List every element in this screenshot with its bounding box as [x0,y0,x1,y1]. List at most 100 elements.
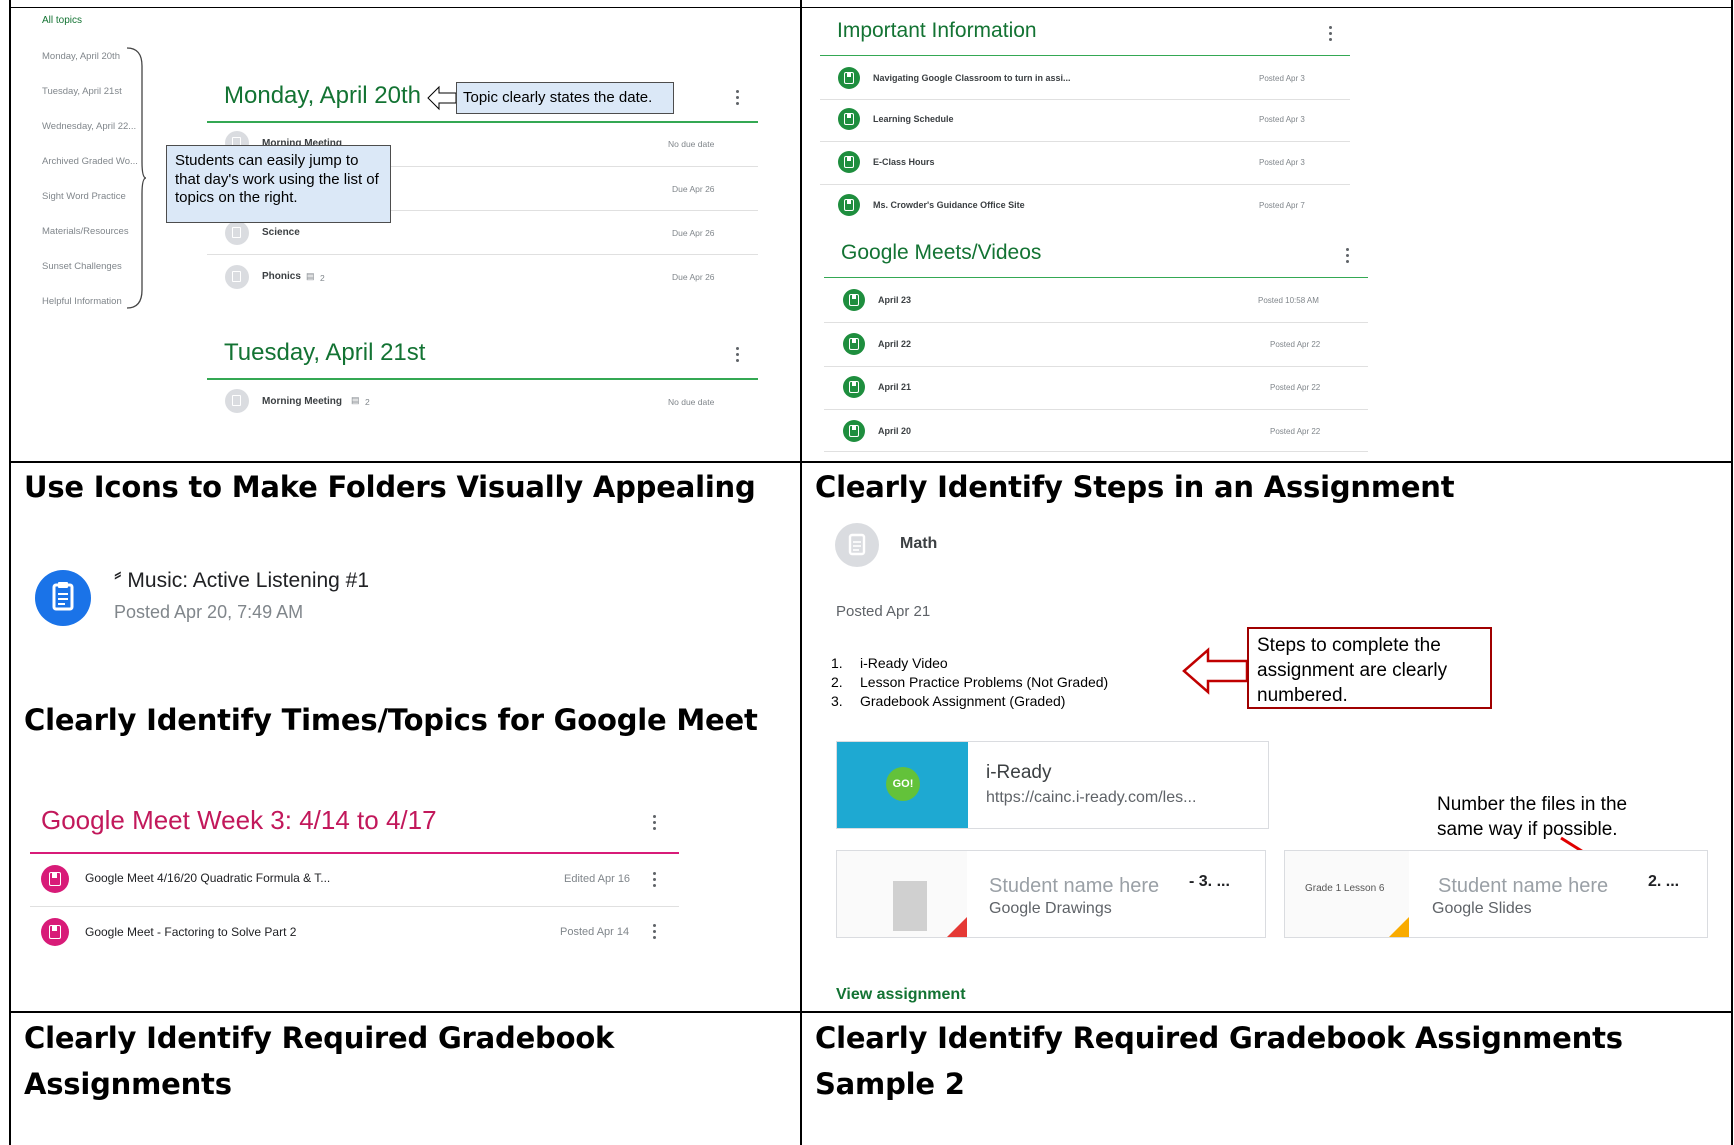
row-title[interactable]: Phonics [262,271,301,282]
more-vert-icon[interactable] [653,872,657,888]
step-item: Gradebook Assignment (Graded) [860,693,1066,709]
row-meta: Posted 10:58 AM [1258,296,1319,305]
callout-date: Topic clearly states the date. [456,82,674,114]
row-title[interactable]: April 21 [878,382,911,392]
material-icon [838,151,860,173]
row-title[interactable]: Morning Meeting [262,396,342,407]
file-card-slides[interactable]: Grade 1 Lesson 6 Student name here 2. ..… [1284,850,1708,938]
row-meta: Due Apr 26 [672,228,715,238]
sidebar-item[interactable]: Sight Word Practice [42,191,126,202]
step-item: i-Ready Video [860,655,948,671]
material-icon [843,333,865,355]
link-thumbnail: GO! [837,742,968,828]
go-badge-text: GO! [892,778,914,790]
row-title[interactable]: April 23 [878,295,911,305]
callout-steps: Steps to complete the assignment are cle… [1247,627,1492,709]
step-number: 1. [831,655,843,671]
sidebar-item[interactable]: Monday, April 20th [42,51,120,62]
row-title[interactable]: E-Class Hours [873,157,935,167]
link-url: https://cainc.i-ready.com/les... [986,789,1197,806]
row-title[interactable]: Navigating Google Classroom to turn in a… [873,73,1071,83]
row-meta: Posted Apr 3 [1259,115,1305,124]
sidebar-item[interactable]: Wednesday, April 22... [42,121,136,132]
more-vert-icon[interactable] [1329,26,1333,42]
row-title[interactable]: Ms. Crowder's Guidance Office Site [873,200,1025,210]
callout-files-text: Number the files in the same way if poss… [1437,794,1628,840]
meet-row-title[interactable]: Google Meet 4/16/20 Quadratic Formula & … [85,871,330,885]
grid-line-top [9,7,1733,8]
row-meta: Due Apr 26 [672,272,715,282]
file-number: - 3. ... [1189,873,1230,890]
row-title[interactable]: April 22 [878,339,911,349]
file-type: Google Slides [1432,900,1532,917]
more-vert-icon[interactable] [653,924,657,940]
row-divider [824,322,1368,323]
topic-underline [824,277,1368,278]
meet-row-meta: Edited Apr 16 [564,873,631,885]
sidebar-item[interactable]: Tuesday, April 21st [42,86,122,97]
topic-title-tuesday: Tuesday, April 21st [224,339,426,366]
row-divider [820,141,1350,142]
more-vert-icon[interactable] [1346,248,1350,264]
step-number: 2. [831,674,843,690]
topic-underline [207,121,758,123]
row-divider [824,451,1368,452]
grid-line-row1 [9,461,1733,463]
callout-jump-text: Students can easily jump to that day's w… [175,152,379,206]
material-icon [838,108,860,130]
file-name: Student name here [989,875,1160,897]
row-title[interactable]: Learning Schedule [873,114,954,124]
sidebar-brace [126,47,147,309]
row-meta: Posted Apr 3 [1259,158,1305,167]
more-vert-icon[interactable] [653,815,657,831]
assignment-icon-blue [35,570,91,626]
comment-icon: ▤ [306,271,315,281]
material-icon [838,67,860,89]
topic-title-meets: Google Meets/Videos [841,241,1042,264]
file-number: 2. ... [1648,873,1680,890]
material-icon [838,194,860,216]
row-meta: Posted Apr 22 [1270,383,1321,392]
file-type: Google Drawings [989,900,1112,917]
music-post-title[interactable]: 𝅫 Music: Active Listening #1 [114,569,369,593]
comment-count: 2 [365,397,370,407]
grid-line-vertical [9,0,11,1145]
file-card-drawing[interactable]: Student name here - 3. ... Google Drawin… [836,850,1266,938]
assignment-posted: Posted Apr 21 [836,603,931,620]
heading-icons: Use Icons to Make Folders Visually Appea… [24,470,756,504]
comment-icon: ▤ [351,395,360,405]
row-meta: No due date [668,397,715,407]
row-meta: Due Apr 26 [672,184,715,194]
drawings-corner [947,917,967,937]
all-topics-link[interactable]: All topics [42,15,82,26]
view-assignment-link[interactable]: View assignment [836,986,966,1004]
topic-underline [207,378,758,380]
heading-meet: Clearly Identify Times/Topics for Google… [24,703,758,737]
meet-row-title[interactable]: Google Meet - Factoring to Solve Part 2 [85,925,296,939]
heading-gradebook-2-line2: Sample 2 [815,1067,965,1101]
link-title: i-Ready [986,762,1052,783]
row-divider [820,184,1350,185]
material-icon-pink [41,918,69,946]
link-card[interactable]: GO! i-Ready https://cainc.i-ready.com/le… [836,741,1269,829]
sidebar-item[interactable]: Sunset Challenges [42,261,122,272]
row-title[interactable]: Science [262,227,300,238]
row-title[interactable]: April 20 [878,426,911,436]
grid-line-vertical-middle [800,0,802,1145]
sidebar-item[interactable]: Materials/Resources [42,226,129,237]
heading-steps: Clearly Identify Steps in an Assignment [815,470,1455,504]
row-divider [207,254,758,255]
step-number: 3. [831,693,843,709]
more-vert-icon[interactable] [736,347,740,363]
sidebar-item[interactable]: Helpful Information [42,296,122,307]
row-divider [824,366,1368,367]
row-divider [30,906,679,907]
go-badge: GO! [886,767,920,801]
assignment-icon [835,523,879,567]
assignment-title: Math [900,535,938,552]
row-meta: Posted Apr 22 [1270,427,1321,436]
more-vert-icon[interactable] [736,90,740,106]
file-thumb-text: Grade 1 Lesson 6 [1305,883,1385,894]
row-meta: No due date [668,139,715,149]
heading-gradebook-2-line1: Clearly Identify Required Gradebook Assi… [815,1021,1623,1055]
